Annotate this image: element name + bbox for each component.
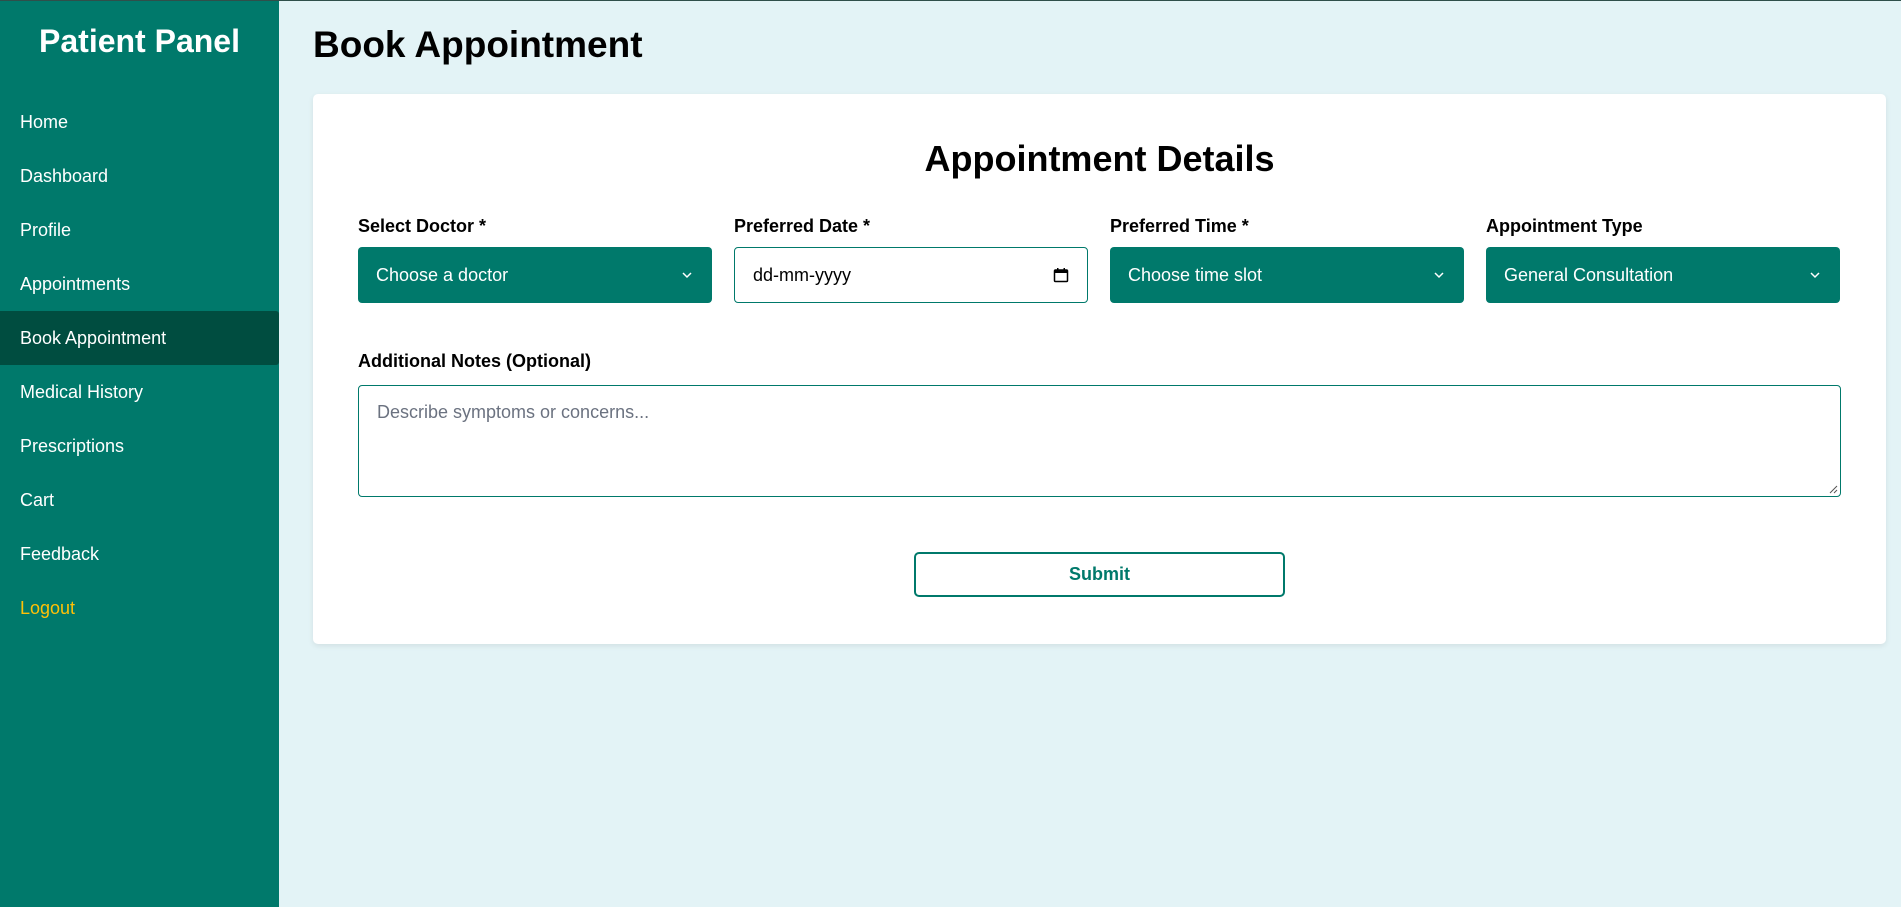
time-select[interactable]: Choose time slot — [1110, 247, 1464, 303]
submit-button[interactable]: Submit — [914, 552, 1285, 597]
time-label: Preferred Time * — [1110, 216, 1249, 236]
type-field: Appointment Type General Consultation — [1486, 214, 1840, 303]
time-select-value: Choose time slot — [1128, 264, 1263, 285]
doctor-label: Select Doctor * — [358, 216, 487, 236]
page-title: Book Appointment — [313, 24, 643, 65]
appointment-card: Appointment Details Select Doctor * Choo… — [313, 94, 1886, 644]
date-label: Preferred Date * — [734, 216, 871, 236]
sidebar-item-dashboard[interactable]: Dashboard — [0, 149, 279, 203]
notes-textarea[interactable]: Describe symptoms or concerns... — [358, 385, 1841, 497]
chevron-down-icon — [1434, 272, 1444, 279]
type-select-value: General Consultation — [1504, 264, 1674, 285]
resize-handle-icon[interactable] — [1829, 485, 1838, 494]
sidebar-brand: Patient Panel — [39, 23, 240, 59]
sidebar-item-profile[interactable]: Profile — [0, 203, 279, 257]
sidebar-item-prescriptions[interactable]: Prescriptions — [0, 419, 279, 473]
time-field: Preferred Time * Choose time slot — [1110, 214, 1464, 303]
type-label: Appointment Type — [1486, 216, 1643, 236]
chevron-down-icon — [1810, 272, 1820, 279]
top-border — [0, 0, 1901, 1]
notes-placeholder: Describe symptoms or concerns... — [377, 402, 650, 422]
submit-wrap: Submit — [358, 552, 1841, 597]
card-title: Appointment Details — [924, 138, 1275, 179]
sidebar-item-home[interactable]: Home — [0, 95, 279, 149]
sidebar-item-appointments[interactable]: Appointments — [0, 257, 279, 311]
doctor-select[interactable]: Choose a doctor — [358, 247, 712, 303]
date-input-value: dd-mm-yyyy — [753, 264, 851, 285]
date-field: Preferred Date * dd-mm-yyyy — [734, 214, 1088, 303]
date-input[interactable]: dd-mm-yyyy — [734, 247, 1088, 303]
sidebar-item-logout[interactable]: Logout — [0, 581, 279, 635]
sidebar-item-book-appointment[interactable]: Book Appointment — [0, 311, 279, 365]
calendar-icon[interactable] — [1053, 267, 1069, 283]
sidebar: Patient Panel Home Dashboard Profile App… — [0, 0, 279, 907]
doctor-select-value: Choose a doctor — [376, 264, 509, 285]
sidebar-item-cart[interactable]: Cart — [0, 473, 279, 527]
fields-row: Select Doctor * Choose a doctor Preferre… — [358, 214, 1841, 303]
notes-label: Additional Notes (Optional) — [358, 351, 591, 371]
type-select[interactable]: General Consultation — [1486, 247, 1840, 303]
chevron-down-icon — [682, 272, 692, 279]
doctor-field: Select Doctor * Choose a doctor — [358, 214, 712, 303]
main-content: Book Appointment Appointment Details Sel… — [279, 0, 1901, 907]
sidebar-item-medical-history[interactable]: Medical History — [0, 365, 279, 419]
sidebar-item-feedback[interactable]: Feedback — [0, 527, 279, 581]
